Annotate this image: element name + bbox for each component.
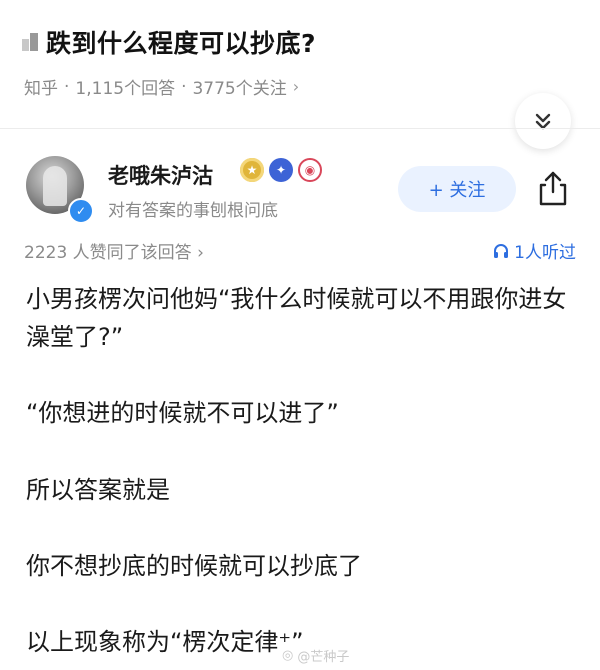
author-description: 对有答案的事刨根问底: [108, 201, 278, 221]
listen-label: 1人听过: [514, 243, 576, 263]
meta-separator: ·: [181, 76, 187, 97]
followers-count: 3775个关注: [192, 79, 287, 99]
answer-paragraph: 小男孩楞次问他妈“我什么时候就可以不用跟你进女澡堂了?”: [26, 285, 567, 351]
answer-paragraph: “你想进的时候就不可以进了”: [26, 399, 339, 427]
author-badges: ★ ✦ ◉: [240, 158, 322, 182]
chevron-right-icon: ›: [292, 77, 300, 96]
gold-badge-icon: ★: [240, 158, 264, 182]
watermark: ◎ @芒种子: [282, 646, 349, 665]
source-label: 知乎: [24, 79, 58, 99]
answer-stats: 2223 人赞同了该回答 › 1人听过: [24, 238, 576, 264]
author-row: ✓ 老哦朱泸沽 ★ ✦ ◉ 对有答案的事刨根问底 + 关注: [22, 150, 582, 226]
question-title-row: 跌到什么程度可以抄底?: [22, 22, 316, 62]
question-title[interactable]: 跌到什么程度可以抄底?: [46, 24, 316, 60]
blue-badge-icon: ✦: [269, 158, 293, 182]
author-name[interactable]: 老哦朱泸沽: [108, 160, 213, 190]
share-icon[interactable]: [536, 168, 570, 208]
question-icon: [22, 33, 38, 51]
question-meta[interactable]: 知乎 · 1,115个回答 · 3775个关注 ›: [24, 74, 300, 100]
answer-content: 小男孩楞次问他妈“我什么时候就可以不用跟你进女澡堂了?” “你想进的时候就不可以…: [26, 280, 574, 661]
likes-count[interactable]: 2223 人赞同了该回答 ›: [24, 238, 204, 263]
follow-button[interactable]: + 关注: [398, 166, 516, 212]
answer-paragraph: 你不想抄底的时候就可以抄底了: [26, 552, 362, 580]
headphones-icon: [494, 243, 509, 258]
meta-separator: ·: [64, 76, 70, 97]
weibo-logo-icon: ◎: [282, 648, 294, 663]
header-divider: [0, 128, 600, 129]
answers-count: 1,115个回答: [75, 79, 176, 99]
expand-button[interactable]: [515, 93, 571, 149]
verified-icon: ✓: [68, 198, 94, 224]
answer-paragraph: 所以答案就是: [26, 476, 170, 504]
listen-count[interactable]: 1人听过: [492, 238, 576, 263]
answer-text: 以上现象称为: [26, 628, 170, 656]
watermark-text: @芒种子: [297, 650, 350, 665]
red-badge-icon: ◉: [298, 158, 322, 182]
